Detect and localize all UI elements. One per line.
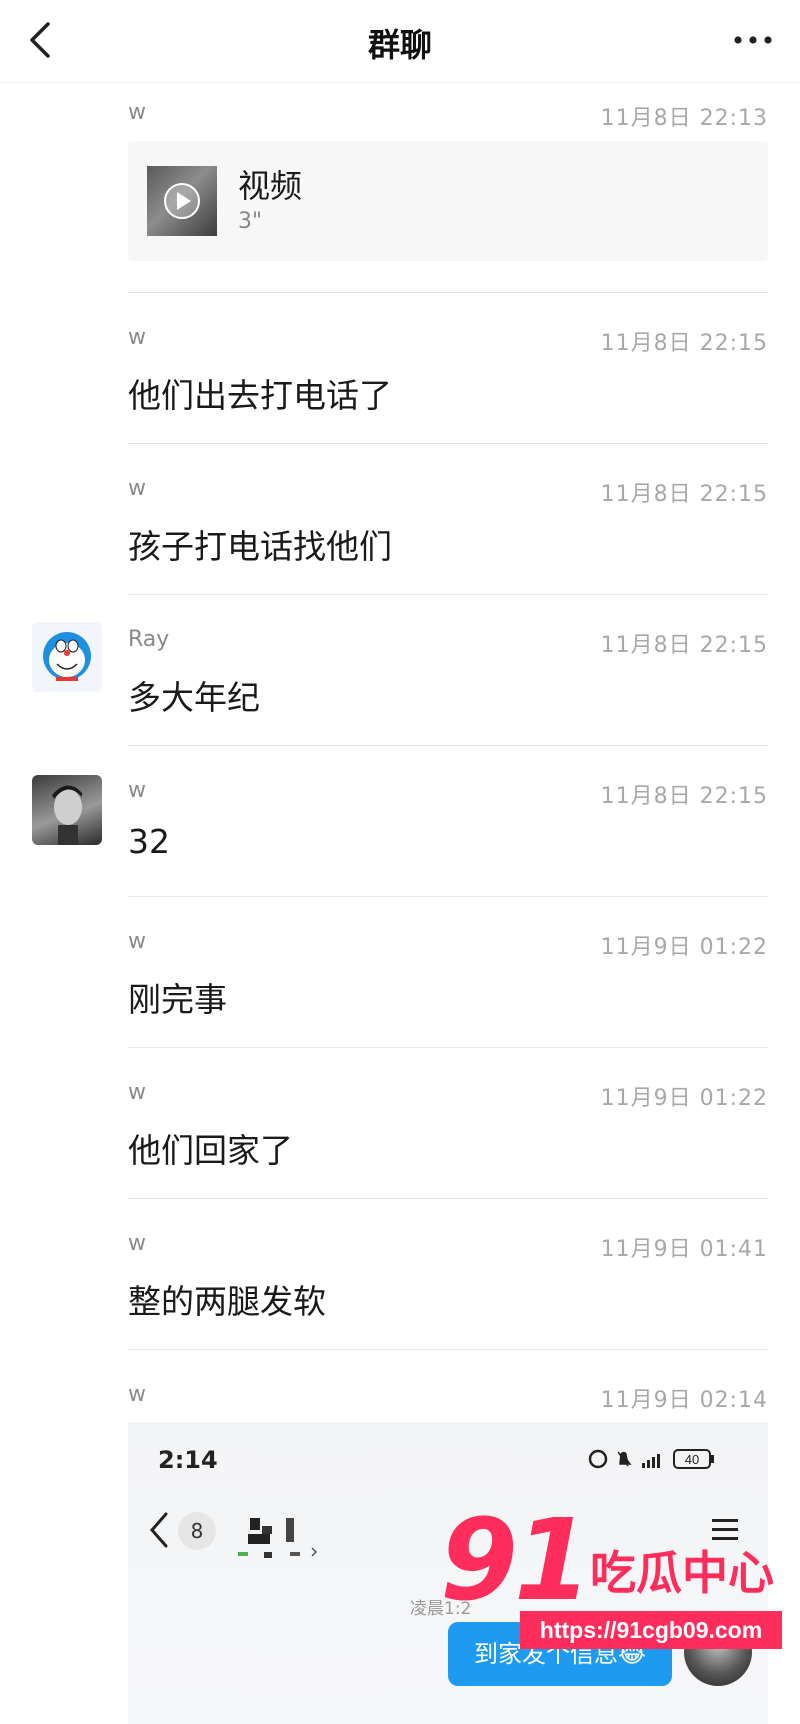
message-time: 11月9日 01:41 <box>600 1237 768 1262</box>
divider <box>128 594 768 595</box>
sender-name: w <box>128 929 146 954</box>
message-time: 11月8日 22:13 <box>600 106 768 131</box>
sender-name: w <box>128 778 146 803</box>
watermark-logo: 91 吃瓜中心 https://91cgb09.com <box>440 1505 800 1655</box>
divider <box>128 1047 768 1048</box>
sender-name: w <box>128 100 146 125</box>
message-time: 11月8日 22:15 <box>600 482 768 507</box>
sender-name: Ray <box>128 627 170 652</box>
watermark-number: 91 <box>440 1496 592 1626</box>
embedded-status-time: 2:14 <box>158 1446 218 1474</box>
message-text: 32 <box>128 822 170 861</box>
play-icon <box>164 183 200 219</box>
message-time: 11月9日 02:14 <box>600 1388 768 1413</box>
sender-name: w <box>128 1080 146 1105</box>
doraemon-icon <box>43 632 91 681</box>
divider <box>128 443 768 444</box>
doraemon-avatar[interactable] <box>32 622 102 692</box>
page-title: 群聊 <box>367 26 432 64</box>
sender-name: w <box>128 1231 146 1256</box>
message-text: 孩子打电话找他们 <box>128 527 392 566</box>
sender-name: w <box>128 476 146 501</box>
more-options-icon[interactable] <box>732 28 774 52</box>
divider <box>128 292 768 293</box>
unread-count-badge: 8 <box>178 1512 216 1550</box>
watermark-text: 吃瓜中心 <box>590 1546 774 1600</box>
divider <box>128 896 768 897</box>
video-thumbnail <box>147 166 217 236</box>
video-title: 视频 <box>238 167 303 205</box>
watermark-url: https://91cgb09.com <box>520 1611 782 1649</box>
message-text: 整的两腿发软 <box>128 1282 326 1321</box>
man-avatar[interactable] <box>32 775 102 845</box>
divider <box>128 1349 768 1350</box>
sender-name: w <box>128 325 146 350</box>
svg-text:40: 40 <box>685 1452 699 1467</box>
message-time: 11月8日 22:15 <box>600 784 768 809</box>
sender-name: w <box>128 1382 146 1407</box>
mute-icon <box>617 1451 632 1467</box>
video-message-card[interactable]: 视频 3" <box>128 141 768 261</box>
status-bar-icons: 40 <box>588 1449 714 1469</box>
message-text: 他们出去打电话了 <box>128 376 392 415</box>
video-duration: 3" <box>238 209 263 234</box>
message-time: 11月9日 01:22 <box>600 935 768 960</box>
divider <box>128 1198 768 1199</box>
message-time: 11月8日 22:15 <box>600 331 768 356</box>
message-time: 11月8日 22:15 <box>600 633 768 658</box>
top-bar: 群聊 <box>0 0 800 83</box>
blurred-contact-name <box>238 1518 318 1558</box>
message-text: 刚完事 <box>128 980 227 1019</box>
message-text: 他们回家了 <box>128 1131 293 1170</box>
alarm-icon <box>588 1449 608 1469</box>
message-text: 多大年纪 <box>128 678 260 717</box>
person-icon <box>52 785 82 845</box>
divider <box>128 745 768 746</box>
embedded-back-icon <box>150 1512 168 1548</box>
message-time: 11月9日 01:22 <box>600 1086 768 1111</box>
